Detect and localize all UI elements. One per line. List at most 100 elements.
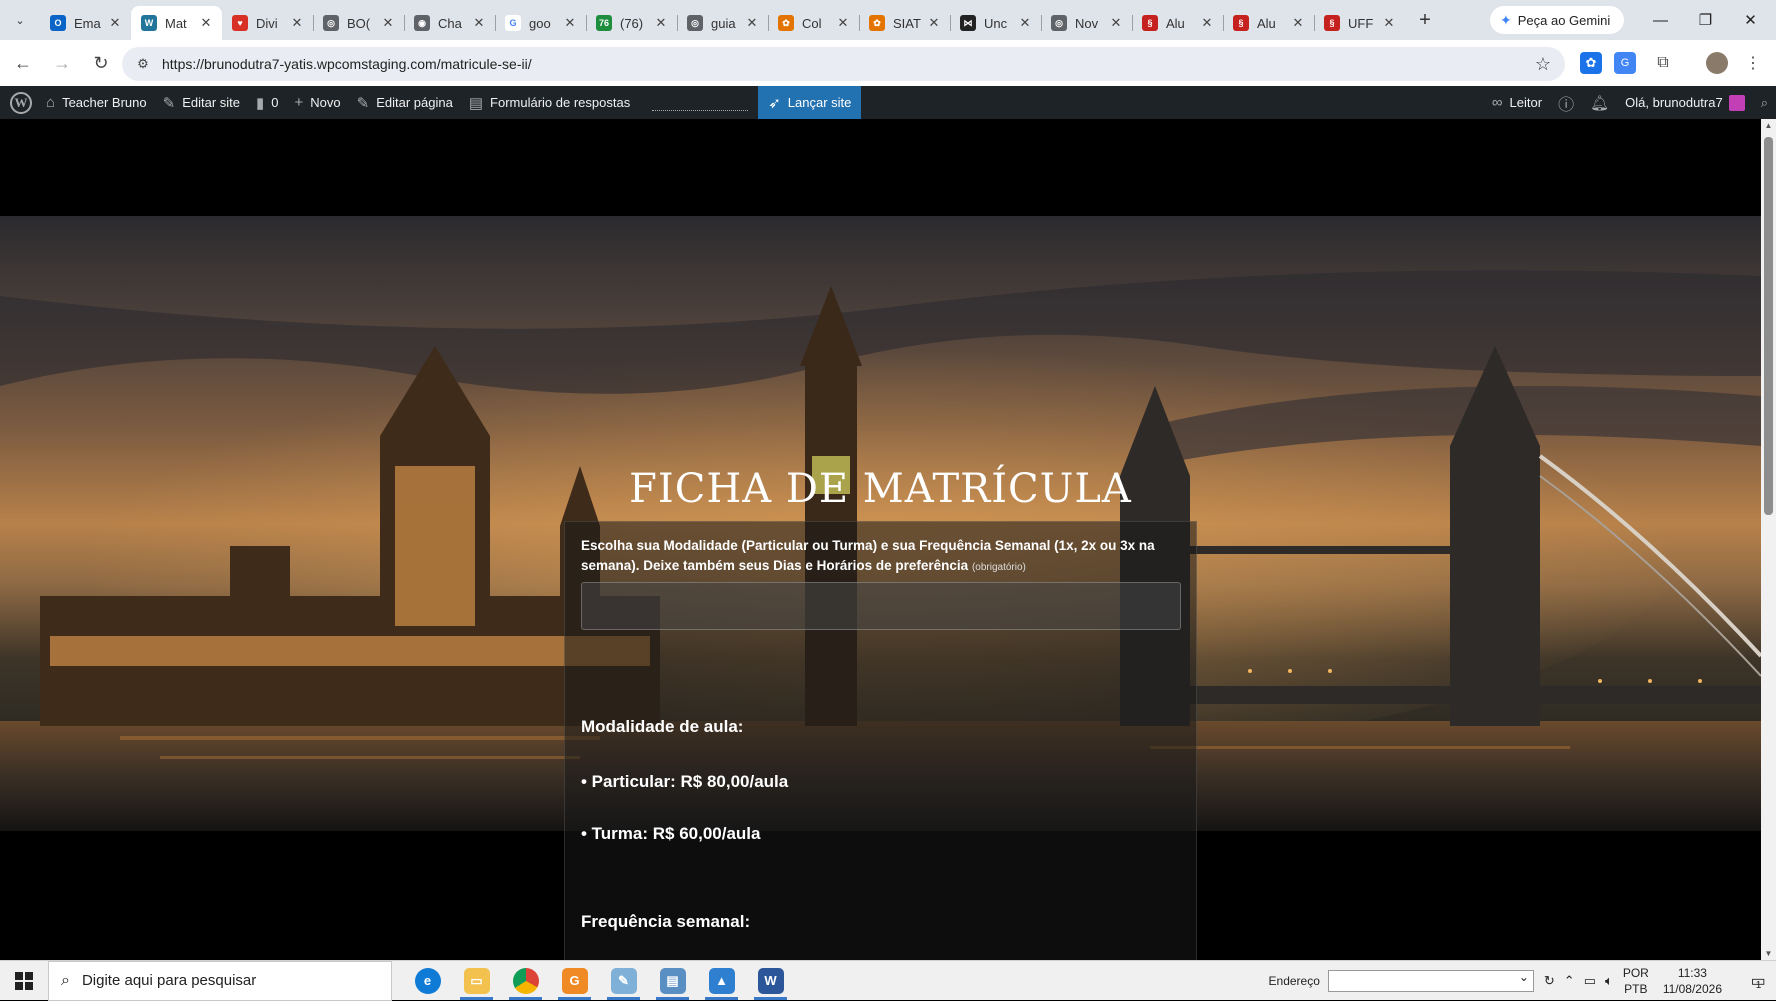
volume-icon[interactable]: 🔈︎ xyxy=(1605,973,1613,989)
notification-center-icon[interactable]: ▭ 1 xyxy=(1736,971,1776,991)
tab-favicon-icon: ◉ xyxy=(414,15,430,31)
gemini-button[interactable]: ✦ Peça ao Gemini xyxy=(1490,6,1625,34)
page-scrollbar[interactable]: ▲ ▼ xyxy=(1761,119,1776,960)
browser-tab[interactable]: 76 (76) ✕ xyxy=(586,6,677,40)
browser-tab[interactable]: ◉ Cha ✕ xyxy=(404,6,495,40)
scroll-up-icon[interactable]: ▲ xyxy=(1761,121,1776,130)
gemini-label: Peça ao Gemini xyxy=(1517,12,1611,28)
admin-edit-site[interactable]: ✎ Editar site xyxy=(155,86,248,119)
system-clock[interactable]: 11:33 11/08/2026 xyxy=(1663,965,1722,997)
tab-close-icon[interactable]: ✕ xyxy=(380,15,396,31)
scrollbar-thumb[interactable] xyxy=(1764,137,1773,515)
tab-title: UFF xyxy=(1348,15,1374,31)
orange-app-icon[interactable]: G xyxy=(550,961,599,1001)
url-text[interactable]: https://brunodutra7-yatis.wpcomstaging.c… xyxy=(162,56,532,72)
tab-close-icon[interactable]: ✕ xyxy=(653,15,669,31)
tab-close-icon[interactable]: ✕ xyxy=(744,15,760,31)
tab-search-icon[interactable]: ⌄ xyxy=(0,0,40,40)
paint-app-icon[interactable]: ✎ xyxy=(599,961,648,1001)
tab-title: Mat xyxy=(165,15,187,31)
scroll-down-icon[interactable]: ▼ xyxy=(1761,949,1776,958)
tab-close-icon[interactable]: ✕ xyxy=(107,15,123,31)
browser-tab[interactable]: W Mat ✕ xyxy=(131,6,222,40)
address-bar[interactable]: ⚙ https://brunodutra7-yatis.wpcomstaging… xyxy=(122,47,1565,81)
edit-page-label: Editar página xyxy=(376,95,453,110)
tray-refresh-icon[interactable]: ↻ xyxy=(1544,973,1555,989)
browser-tab[interactable]: ◎ BO(✕ xyxy=(313,6,404,40)
tab-close-icon[interactable]: ✕ xyxy=(289,15,305,31)
wordpress-logo-icon[interactable]: W xyxy=(10,91,32,114)
profile-avatar[interactable] xyxy=(1706,52,1728,74)
minimize-icon[interactable]: — xyxy=(1638,0,1683,40)
translate-icon[interactable]: G xyxy=(1614,52,1636,74)
browser-tab[interactable]: ✿ Col ✕ xyxy=(768,6,859,40)
reload-icon[interactable]: ↻ xyxy=(85,47,117,79)
browser-toolbar: ← → ↻ ⚙ https://brunodutra7-yatis.wpcoms… xyxy=(0,40,1776,86)
help-icon[interactable]: ⓘ xyxy=(1550,86,1582,119)
admin-comments[interactable]: ▮ 0 xyxy=(248,86,287,119)
admin-reader[interactable]: ∞ Leitor xyxy=(1484,86,1550,119)
launch-site-button[interactable]: ➶ Lançar site xyxy=(758,86,862,119)
tab-close-icon[interactable]: ✕ xyxy=(562,15,578,31)
site-settings-icon[interactable]: ⚙ xyxy=(128,56,158,72)
chrome-app-icon[interactable] xyxy=(501,961,550,1001)
network-icon[interactable]: ▭ xyxy=(1584,973,1596,989)
address-toolbar-input[interactable] xyxy=(1327,970,1534,992)
extensions-puzzle-icon[interactable]: ⧉ xyxy=(1652,52,1674,74)
browser-tab[interactable]: ✿ SIAT ✕ xyxy=(859,6,950,40)
edge-app-icon[interactable]: e xyxy=(403,961,452,1001)
file-explorer-icon[interactable]: ▭ xyxy=(452,961,501,1001)
price-particular: • Particular: R$ 80,00/aula xyxy=(581,772,789,791)
keyboard-layout: PTB xyxy=(1624,982,1648,996)
tab-close-icon[interactable]: ✕ xyxy=(198,15,214,31)
extension-icon[interactable]: ✿ xyxy=(1580,52,1602,74)
new-tab-button[interactable]: + xyxy=(1409,4,1441,36)
admin-account[interactable]: Olá, brunodutra7 xyxy=(1617,86,1753,119)
menu-dots-icon[interactable]: ⋮ xyxy=(1742,52,1764,74)
browser-tab[interactable]: § Alu ✕ xyxy=(1132,6,1223,40)
browser-tab[interactable]: ♥ Divi ✕ xyxy=(222,6,313,40)
browser-tab[interactable]: ◎ guia ✕ xyxy=(677,6,768,40)
language-indicator[interactable]: POR PTB xyxy=(1623,965,1649,997)
browser-tab[interactable]: ⋈ Unc ✕ xyxy=(950,6,1041,40)
admin-form-responses[interactable]: ▤ Formulário de respostas xyxy=(461,86,638,119)
tab-close-icon[interactable]: ✕ xyxy=(835,15,851,31)
restore-icon[interactable]: ❐ xyxy=(1683,0,1728,40)
close-window-icon[interactable]: ✕ xyxy=(1728,0,1773,40)
tray-chevron-up-icon[interactable]: ⌃ xyxy=(1564,973,1575,989)
browser-tab[interactable]: ◎ Nov ✕ xyxy=(1041,6,1132,40)
admin-new[interactable]: + Novo xyxy=(287,86,349,119)
edit-site-label: Editar site xyxy=(182,95,241,110)
tab-close-icon[interactable]: ✕ xyxy=(1381,15,1397,31)
tab-close-icon[interactable]: ✕ xyxy=(1199,15,1215,31)
taskbar-search[interactable]: ⌕ Digite aqui para pesquisar xyxy=(48,960,392,1001)
admin-edit-page[interactable]: ✎ Editar página xyxy=(349,86,461,119)
admin-site-name[interactable]: ⌂ Teacher Bruno xyxy=(38,86,155,119)
browser-tab[interactable]: Ggoo ✕ xyxy=(495,6,586,40)
admin-placeholder-item[interactable] xyxy=(652,110,749,111)
tab-favicon-icon: ◎ xyxy=(1051,15,1067,31)
notifications-bell-icon[interactable]: 🔔︎ xyxy=(1582,86,1617,119)
start-button[interactable] xyxy=(0,961,48,1001)
launch-site-label: Lançar site xyxy=(787,95,852,110)
forward-icon[interactable]: → xyxy=(46,47,78,79)
comment-bubble-icon: ▮ xyxy=(256,94,265,112)
tab-close-icon[interactable]: ✕ xyxy=(1017,15,1033,31)
tab-favicon-icon: § xyxy=(1324,15,1340,31)
back-icon[interactable]: ← xyxy=(7,47,39,79)
tab-close-icon[interactable]: ✕ xyxy=(926,15,942,31)
browser-tab[interactable]: O Ema ✕ xyxy=(40,6,131,40)
bookmark-star-icon[interactable]: ☆ xyxy=(1535,54,1551,75)
word-app-icon[interactable]: W xyxy=(746,961,795,1001)
photos-app-icon[interactable]: ▲ xyxy=(697,961,746,1001)
tab-close-icon[interactable]: ✕ xyxy=(1290,15,1306,31)
browser-tab[interactable]: § Alu ✕ xyxy=(1223,6,1314,40)
taskbar-search-placeholder: Digite aqui para pesquisar xyxy=(81,972,257,989)
notes-app-icon[interactable]: ▤ xyxy=(648,961,697,1001)
modality-frequency-input[interactable] xyxy=(581,582,1181,630)
tab-close-icon[interactable]: ✕ xyxy=(1108,15,1124,31)
tab-favicon-icon: ✿ xyxy=(778,15,794,31)
browser-tab[interactable]: § UFF ✕ xyxy=(1314,6,1405,40)
admin-search-icon[interactable]: ⌕ xyxy=(1753,86,1776,119)
tab-close-icon[interactable]: ✕ xyxy=(471,15,487,31)
